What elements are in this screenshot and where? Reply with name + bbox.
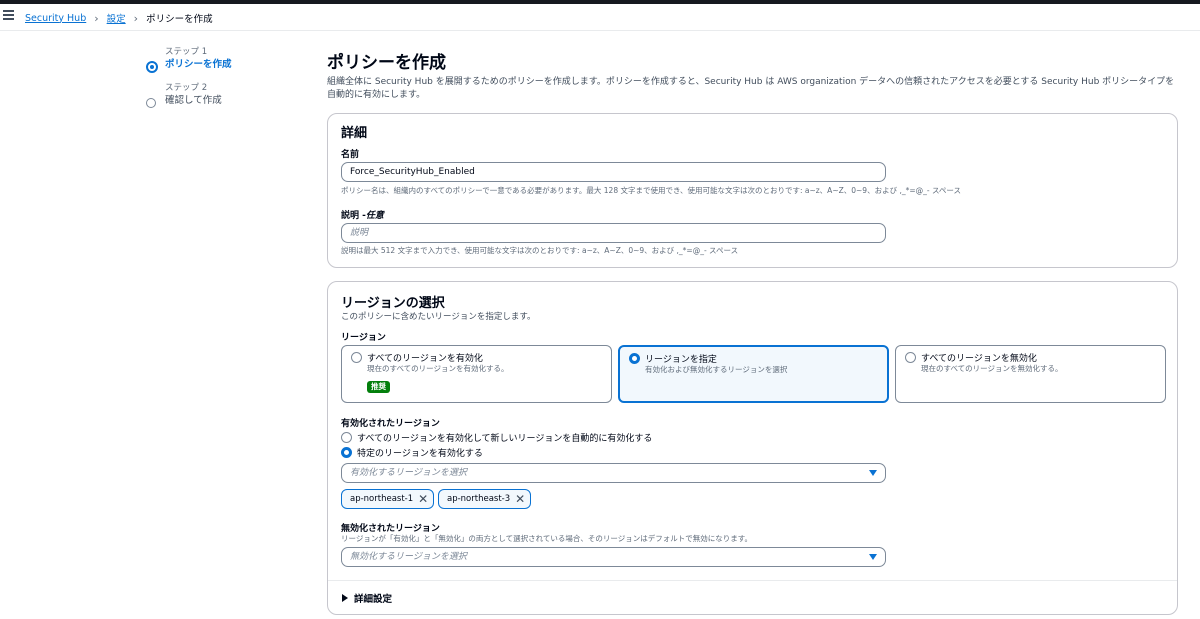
- tile-enable-all[interactable]: すべてのリージョンを有効化 現在のすべてのリージョンを有効化する。 推奨: [341, 345, 612, 403]
- disabled-regions-select[interactable]: 無効化するリージョンを選択: [341, 547, 886, 567]
- advanced-settings-expander[interactable]: 詳細設定: [342, 591, 392, 605]
- step-inactive-icon: [146, 98, 156, 108]
- select-placeholder: 有効化するリージョンを選択: [350, 468, 467, 478]
- enabled-regions-select[interactable]: 有効化するリージョンを選択: [341, 463, 886, 483]
- region-subheading: このポリシーに含めたいリージョンを指定します。: [341, 312, 536, 322]
- divider: [328, 580, 1177, 581]
- expander-label: 詳細設定: [354, 594, 393, 605]
- description-hint: 説明は最大 512 文字まで入力でき、使用可能な文字は次のとおりです: a~z、…: [341, 246, 739, 255]
- name-hint: ポリシー名は、組織内のすべてのポリシーで一意である必要があります。最大 128 …: [341, 186, 962, 195]
- enabled-regions-label: 有効化されたリージョン: [341, 419, 440, 429]
- step-label: ステップ 2: [165, 83, 208, 93]
- token-region: ap-northeast-3 ✕: [438, 489, 532, 509]
- step-active-icon: [146, 61, 158, 73]
- tile-description: 現在のすべてのリージョンを有効化する。: [367, 364, 509, 373]
- close-icon[interactable]: ✕: [515, 490, 525, 508]
- breadcrumb-settings[interactable]: 設定: [107, 11, 126, 25]
- caret-right-icon: [342, 594, 348, 602]
- token-label: ap-northeast-1: [350, 494, 414, 504]
- step-1[interactable]: ステップ 1 ポリシーを作成: [146, 47, 232, 73]
- details-container: 詳細 名前 ポリシー名は、組織内のすべてのポリシーで一意である必要があります。最…: [327, 113, 1178, 268]
- menu-icon[interactable]: [3, 10, 14, 21]
- description-input[interactable]: 説明: [341, 223, 886, 243]
- chevron-right-icon: ›: [133, 11, 139, 25]
- name-input[interactable]: [341, 162, 886, 182]
- radio-selected-icon[interactable]: [341, 447, 352, 458]
- recommended-badge: 推奨: [367, 381, 390, 393]
- step-title: ポリシーを作成: [165, 59, 232, 70]
- select-placeholder: 無効化するリージョンを選択: [350, 552, 467, 562]
- breadcrumb-current: ポリシーを作成: [146, 14, 213, 25]
- region-container: リージョンの選択 このポリシーに含めたいリージョンを指定します。 リージョン す…: [327, 281, 1178, 615]
- region-label: リージョン: [341, 333, 386, 343]
- page-description: 組織全体に Security Hub を展開するためのポリシーを作成します。ポリ…: [327, 77, 1175, 100]
- radio-icon[interactable]: [905, 352, 916, 363]
- page-header: ポリシーを作成 組織全体に Security Hub を展開するためのポリシーを…: [327, 52, 1178, 102]
- region-heading: リージョンの選択: [341, 296, 445, 311]
- tile-description: 有効化および無効化するリージョンを選択: [645, 365, 788, 374]
- radio-icon[interactable]: [341, 432, 352, 443]
- page-title: ポリシーを作成: [327, 53, 446, 73]
- caret-down-icon: [869, 554, 877, 560]
- close-icon[interactable]: ✕: [418, 490, 428, 508]
- optional-label: 任意: [365, 211, 384, 221]
- step-title: 確認して作成: [165, 95, 222, 106]
- token-label: ap-northeast-3: [447, 494, 511, 504]
- radio-selected-icon[interactable]: [629, 353, 640, 364]
- name-label: 名前: [341, 150, 360, 160]
- step-2: ステップ 2 確認して作成: [146, 83, 232, 108]
- details-heading: 詳細: [341, 126, 368, 141]
- tile-disable-all[interactable]: すべてのリージョンを無効化 現在のすべてのリージョンを無効化する。: [895, 345, 1166, 403]
- disabled-regions-hint: リージョンが「有効化」と「無効化」の両方として選択されている場合、そのリージョン…: [341, 534, 752, 543]
- breadcrumb-security-hub[interactable]: Security Hub: [25, 13, 86, 24]
- tile-description: 現在のすべてのリージョンを無効化する。: [921, 364, 1063, 373]
- description-label: 説明 -任意: [341, 208, 384, 221]
- chevron-right-icon: ›: [94, 11, 99, 25]
- token-region: ap-northeast-1 ✕: [341, 489, 435, 509]
- radio-icon[interactable]: [351, 352, 362, 363]
- tile-specify-regions[interactable]: リージョンを指定 有効化および無効化するリージョンを選択: [618, 345, 889, 403]
- radio-label: すべてのリージョンを有効化して新しいリージョンを自動的に有効化する: [357, 434, 653, 444]
- radio-label: 特定のリージョンを有効化する: [357, 449, 483, 459]
- description-label-text: 説明 -: [341, 211, 366, 221]
- breadcrumb: Security Hub › 設定 › ポリシーを作成: [25, 11, 213, 26]
- breadcrumb-bar: Security Hub › 設定 › ポリシーを作成: [0, 4, 1200, 31]
- step-label: ステップ 1: [165, 47, 208, 57]
- wizard-steps: ステップ 1 ポリシーを作成 ステップ 2 確認して作成: [146, 47, 232, 119]
- caret-down-icon: [869, 470, 877, 476]
